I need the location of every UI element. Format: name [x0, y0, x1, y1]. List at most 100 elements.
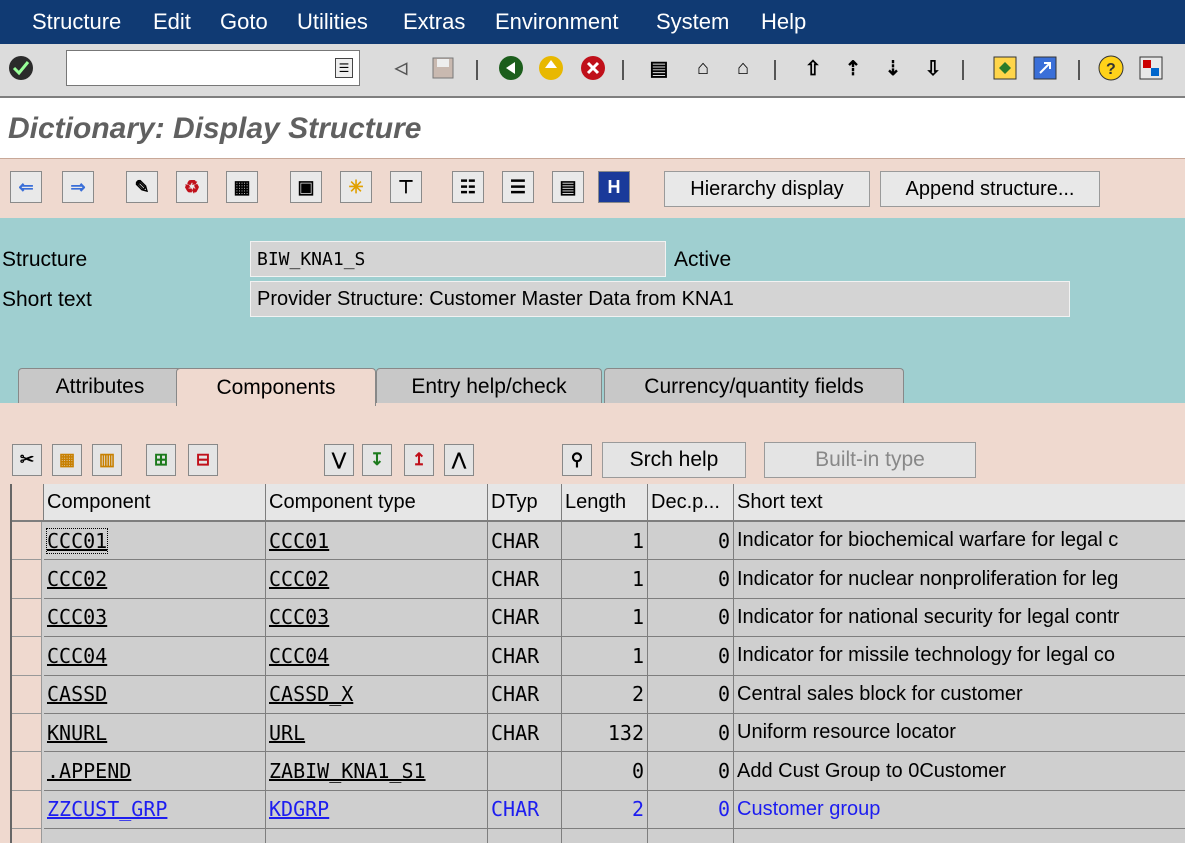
cell-component[interactable]: CASSD [44, 675, 266, 714]
select-all-cell[interactable] [12, 484, 44, 522]
move-down-icon[interactable]: ↧ [362, 444, 392, 476]
delete-row-icon[interactable]: ⊟ [188, 444, 218, 476]
row-selector[interactable] [12, 522, 42, 561]
cell-short-text[interactable]: Indicator for national security for lega… [734, 599, 1185, 638]
cell-component-type[interactable]: KDGRP [266, 790, 488, 830]
cell-component-type[interactable]: CCC04 [266, 637, 488, 676]
info-icon[interactable]: H [598, 171, 630, 203]
cell-component-type-text[interactable]: URL [269, 721, 305, 745]
cell-component-text[interactable]: CCC02 [47, 567, 107, 591]
cell-component-type-text[interactable]: CCC03 [269, 605, 329, 629]
menu-extras[interactable]: Extras [403, 9, 465, 35]
cell-component[interactable] [44, 829, 266, 843]
cell-component-type-text[interactable]: CASSD_X [269, 682, 353, 706]
cell-short-text[interactable]: Indicator for missile technology for leg… [734, 637, 1185, 676]
find-icon[interactable]: ⌂ [688, 53, 718, 83]
move-up-icon[interactable]: ↥ [404, 444, 434, 476]
cell-component-text[interactable]: CASSD [47, 682, 107, 706]
cell-component[interactable]: KNURL [44, 714, 266, 753]
display-object-list-icon[interactable]: ☰ [502, 171, 534, 203]
cell-component-text[interactable]: CCC01 [45, 527, 109, 554]
structure-field[interactable]: BIW_KNA1_S [250, 241, 666, 277]
srch-help-button[interactable]: Srch help [602, 442, 746, 478]
cell-component-type-text[interactable]: CCC01 [269, 529, 329, 553]
cell-component-type-text[interactable]: CCC04 [269, 644, 329, 668]
details-icon[interactable]: ▤ [552, 171, 584, 203]
cell-component-type[interactable]: URL [266, 714, 488, 753]
cell-component-type-text[interactable]: KDGRP [269, 797, 329, 821]
column-header-short-text[interactable]: Short text [734, 484, 1185, 522]
command-field[interactable]: ☰ [66, 50, 360, 86]
cell-short-text[interactable]: Central sales block for customer [734, 676, 1185, 714]
cell-short-text[interactable]: Customer group [734, 791, 1185, 830]
help-icon[interactable]: ? [1096, 53, 1126, 83]
cell-short-text[interactable] [734, 829, 1185, 843]
tab-currency-quantity-fields[interactable]: Currency/quantity fields [604, 368, 904, 404]
cell-component-type[interactable]: CCC02 [266, 560, 488, 599]
cell-short-text[interactable]: Indicator for biochemical warfare for le… [734, 522, 1185, 561]
layout-menu-icon[interactable] [1136, 53, 1166, 83]
cell-component[interactable]: ZZCUST_GRP [44, 790, 266, 830]
forward-arrow-icon[interactable]: ⇒ [62, 171, 94, 203]
cell-short-text[interactable]: Indicator for nuclear nonproliferation f… [734, 560, 1185, 599]
cell-component-type[interactable]: CCC01 [266, 522, 488, 561]
column-header-dtyp[interactable]: DTyp [488, 484, 562, 522]
collapse-arrow-icon[interactable]: ◁ [386, 53, 416, 83]
menu-help[interactable]: Help [761, 9, 806, 35]
next-page-icon[interactable]: ⇣ [878, 53, 908, 83]
cell-short-text[interactable]: Add Cust Group to 0Customer [734, 752, 1185, 791]
enter-check-icon[interactable] [6, 53, 36, 83]
cell-component[interactable]: CCC03 [44, 598, 266, 638]
menu-edit[interactable]: Edit [153, 9, 191, 35]
print-icon[interactable]: ▤ [644, 53, 674, 83]
back-arrow-icon[interactable]: ⇐ [10, 171, 42, 203]
append-structure-button[interactable]: Append structure... [880, 171, 1100, 207]
cell-component-type-text[interactable]: CCC02 [269, 567, 329, 591]
short-text-field[interactable]: Provider Structure: Customer Master Data… [250, 281, 1070, 317]
cell-component[interactable]: CCC01 [44, 522, 266, 561]
shortcut-icon[interactable] [1030, 53, 1060, 83]
menu-goto[interactable]: Goto [220, 9, 268, 35]
row-selector[interactable] [12, 637, 42, 676]
column-header-component[interactable]: Component [44, 484, 266, 522]
tab-attributes[interactable]: Attributes [18, 368, 182, 404]
row-selector[interactable] [12, 598, 42, 638]
command-history-icon[interactable]: ☰ [335, 58, 353, 78]
cell-component-type[interactable]: ZABIW_KNA1_S1 [266, 752, 488, 791]
row-selector[interactable] [12, 675, 42, 714]
row-selector[interactable] [12, 829, 42, 843]
back-icon[interactable] [496, 53, 526, 83]
cell-component-type[interactable] [266, 829, 488, 843]
find-next-icon[interactable]: ⌂ [728, 53, 758, 83]
cell-component[interactable]: CCC04 [44, 637, 266, 676]
object-list-icon[interactable]: ⊤ [390, 171, 422, 203]
activate-icon[interactable]: ▦ [226, 171, 258, 203]
cell-component[interactable]: CCC02 [44, 560, 266, 599]
last-page-icon[interactable]: ⇩ [918, 53, 948, 83]
expand-icon[interactable]: ⋁ [324, 444, 354, 476]
copy-icon[interactable]: ▦ [52, 444, 82, 476]
exit-icon[interactable] [536, 53, 566, 83]
cut-icon[interactable]: ✂ [12, 444, 42, 476]
menu-system[interactable]: System [656, 9, 729, 35]
cell-component-text[interactable]: KNURL [47, 721, 107, 745]
paste-icon[interactable]: ▥ [92, 444, 122, 476]
cancel-icon[interactable] [578, 53, 608, 83]
collapse-icon[interactable]: ⋀ [444, 444, 474, 476]
cell-component-type[interactable]: CCC03 [266, 598, 488, 638]
built-in-type-button[interactable]: Built-in type [764, 442, 976, 478]
row-selector[interactable] [12, 714, 42, 753]
tab-entry-help-check[interactable]: Entry help/check [376, 368, 602, 404]
display-change-icon[interactable]: ✎ [126, 171, 158, 203]
save-icon[interactable] [428, 53, 458, 83]
cell-component[interactable]: .APPEND [44, 752, 266, 791]
hierarchy-display-button[interactable]: Hierarchy display [664, 171, 870, 207]
cell-component-text[interactable]: ZZCUST_GRP [47, 797, 167, 821]
create-session-icon[interactable] [990, 53, 1020, 83]
check-object-icon[interactable]: ♻ [176, 171, 208, 203]
insert-row-icon[interactable]: ⊞ [146, 444, 176, 476]
row-selector[interactable] [12, 752, 42, 791]
where-used-icon[interactable]: ✳ [340, 171, 372, 203]
column-header-decimal-places[interactable]: Dec.p... [648, 484, 734, 522]
previous-page-icon[interactable]: ⇡ [838, 53, 868, 83]
